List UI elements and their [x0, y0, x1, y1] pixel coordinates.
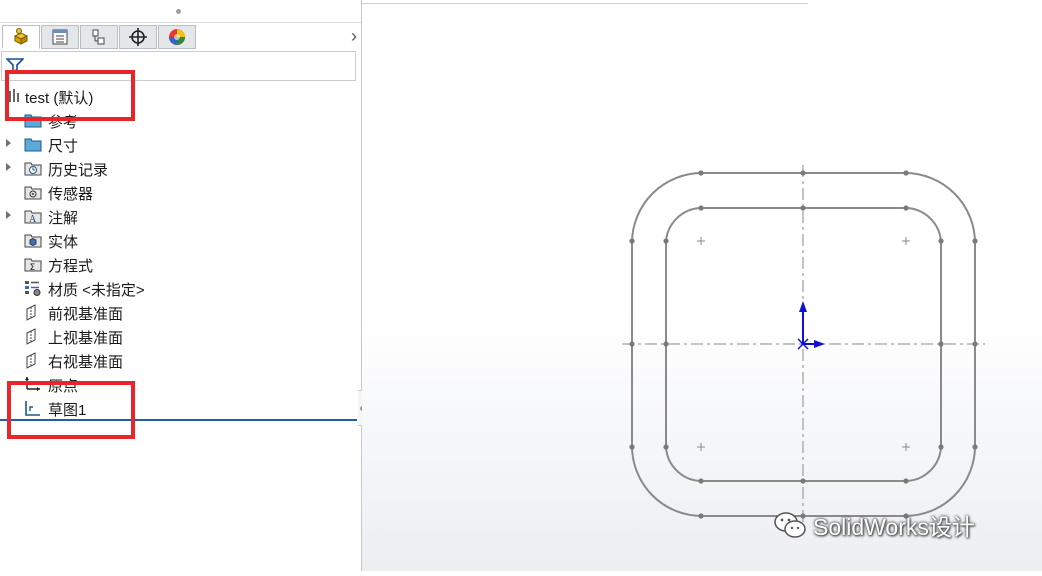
- wechat-icon: [774, 512, 806, 538]
- tree-item-front-plane[interactable]: 前视基准面: [0, 300, 350, 324]
- folder-icon: [24, 114, 42, 128]
- tree-item-right-plane[interactable]: 右视基准面: [0, 348, 350, 372]
- watermark-text: SolidWorks设计: [813, 514, 975, 540]
- sketch-icon: [25, 401, 40, 416]
- tree-item-label: 尺寸: [48, 138, 79, 155]
- tree-item-label: 方程式: [48, 258, 94, 275]
- tree-item-top-plane[interactable]: 上视基准面: [0, 324, 350, 348]
- appearance-icon: [169, 29, 185, 45]
- expand-arrow-icon[interactable]: [6, 211, 11, 219]
- graphics-area[interactable]: [362, 0, 1042, 571]
- tab-displaymanager[interactable]: [158, 25, 196, 49]
- tree-item-label: 原点: [48, 378, 79, 395]
- tree-root-part[interactable]: test (默认): [0, 84, 350, 108]
- tree-item-label: 历史记录: [48, 162, 109, 179]
- tree-item-label: 草图1: [48, 402, 87, 419]
- panel-grip[interactable]: [0, 0, 361, 23]
- tree-item-label: 上视基准面: [48, 330, 124, 347]
- tree-item-dimensions[interactable]: 尺寸: [0, 132, 350, 156]
- filter-icon: [6, 58, 24, 72]
- property-manager-icon: [52, 29, 68, 45]
- feature-manager-panel: › test (默认) 参考 尺寸 历史记录 传感器 A 注解 实体 Σ 方程式…: [0, 0, 362, 571]
- part-icon: [9, 89, 19, 102]
- expand-arrow-icon[interactable]: [6, 139, 11, 147]
- manager-tab-strip: ›: [0, 24, 361, 51]
- tree-item-sketch1[interactable]: 草图1: [0, 396, 350, 420]
- tab-configurationmanager[interactable]: [80, 25, 118, 49]
- rollback-bar[interactable]: [0, 419, 357, 421]
- tree-item-solid-bodies[interactable]: 实体: [0, 228, 350, 252]
- configuration-manager-icon: [92, 29, 105, 45]
- crosshair-icon: [129, 28, 147, 46]
- tab-propertymanager[interactable]: [41, 25, 79, 49]
- tree-item-sensors[interactable]: 传感器: [0, 180, 350, 204]
- watermark: SolidWorks设计: [773, 508, 975, 542]
- tree-item-label: 右视基准面: [48, 354, 124, 371]
- tree-item-label: 注解: [48, 210, 79, 227]
- plane-icon: [26, 328, 36, 345]
- equation-icon: Σ: [24, 258, 42, 273]
- material-icon: [25, 281, 41, 296]
- tree-item-label: 实体: [48, 234, 79, 251]
- tree-item-history[interactable]: 历史记录: [0, 156, 350, 180]
- tree-item-label: 前视基准面: [48, 306, 124, 323]
- feature-filter-bar[interactable]: [1, 51, 356, 81]
- tree-item-label: 传感器: [48, 186, 94, 203]
- folder-icon: [24, 138, 42, 152]
- tree-item-label: 参考: [48, 114, 79, 131]
- svg-text:Σ: Σ: [30, 263, 36, 273]
- plane-icon: [26, 304, 36, 321]
- history-icon: [24, 162, 42, 176]
- solid-body-icon: [24, 234, 42, 248]
- feature-manager-icon: [13, 28, 29, 45]
- svg-text:A: A: [29, 214, 37, 225]
- tree-item-origin[interactable]: 原点: [0, 372, 350, 396]
- graphics-top-strip: [362, 0, 808, 4]
- sketch-canvas[interactable]: [362, 0, 1042, 571]
- tree-item-material[interactable]: 材质 <未指定>: [0, 276, 350, 300]
- tree-item-reference[interactable]: 参考: [0, 108, 350, 132]
- sensor-icon: [24, 186, 42, 200]
- chevron-right-icon[interactable]: ›: [351, 26, 357, 47]
- tree-item-label: 材质 <未指定>: [48, 282, 145, 299]
- tab-featuremanager[interactable]: [2, 25, 40, 49]
- tree-item-equations[interactable]: Σ 方程式: [0, 252, 350, 276]
- sketch-origin-icon[interactable]: [797, 301, 825, 350]
- origin-icon: [25, 377, 40, 391]
- tree-root-label: test (默认): [25, 90, 94, 107]
- tab-dimxpert[interactable]: [119, 25, 157, 49]
- annotation-icon: A: [24, 210, 42, 225]
- tree-item-annotations[interactable]: A 注解: [0, 204, 350, 228]
- plane-icon: [26, 352, 36, 369]
- expand-arrow-icon[interactable]: [6, 163, 11, 171]
